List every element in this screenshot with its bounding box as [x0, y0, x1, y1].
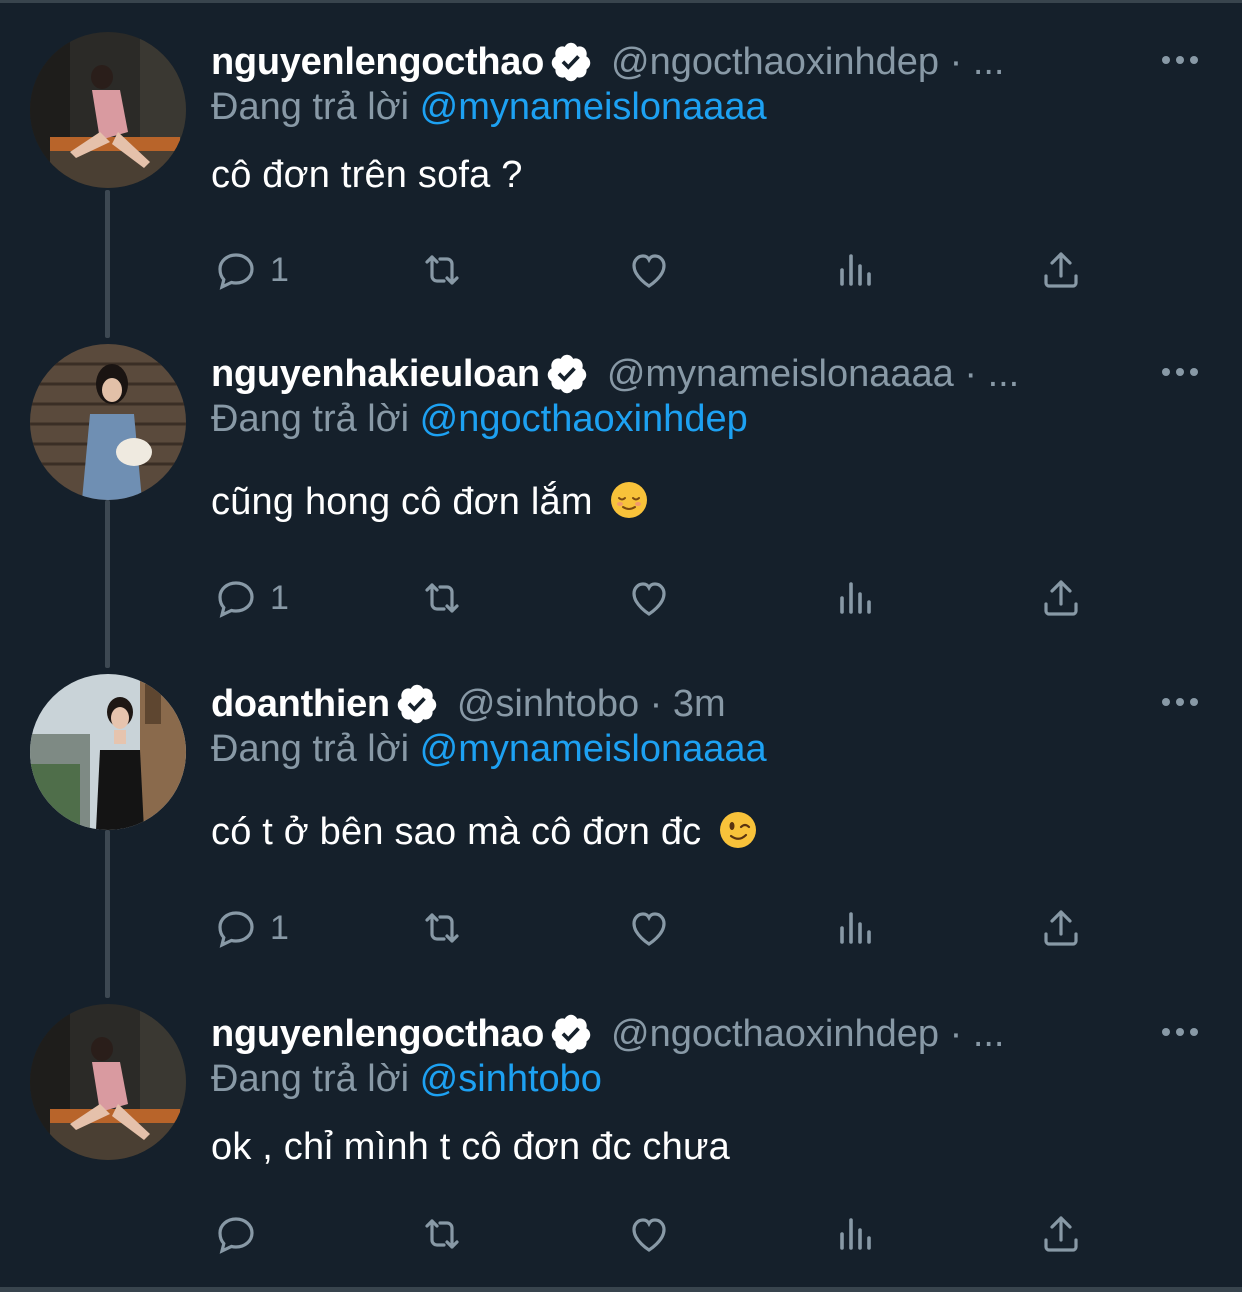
- winking-face-emoji-icon: [720, 812, 757, 848]
- tweet[interactable]: nguyenhakieuloan @mynameislonaaaa · ... …: [0, 344, 1242, 644]
- more-options-icon[interactable]: [1158, 360, 1202, 384]
- share-icon: [1044, 580, 1078, 616]
- tweet[interactable]: nguyenlengocthao @ngocthaoxinhdep · ... …: [0, 32, 1242, 332]
- more-options-icon[interactable]: [1158, 1020, 1202, 1044]
- handle[interactable]: @ngocthaoxinhdep · ...: [611, 41, 1005, 84]
- reply-count: 1: [270, 578, 289, 617]
- analytics-icon: [840, 1218, 871, 1250]
- handle[interactable]: @mynameislonaaaa · ...: [607, 353, 1019, 396]
- mention-link[interactable]: @mynameislonaaaa: [420, 728, 767, 770]
- display-name[interactable]: nguyenlengocthao: [211, 41, 544, 84]
- mention-link[interactable]: @sinhtobo: [420, 1058, 602, 1100]
- reply-button[interactable]: 1: [212, 246, 289, 294]
- replying-to: Đang trả lời @mynameislonaaaa: [211, 728, 767, 771]
- analytics-button[interactable]: [832, 904, 880, 952]
- heart-icon: [632, 582, 666, 616]
- tweet-actions: [0, 1210, 1242, 1270]
- tweet[interactable]: doanthien @sinhtobo · 3m Đang trả lời @m…: [0, 674, 1242, 974]
- tweet-text: cô đơn trên sofa ?: [211, 154, 523, 197]
- reply-icon: [218, 1217, 254, 1254]
- handle[interactable]: @ngocthaoxinhdep · ...: [611, 1013, 1005, 1056]
- reply-count: 1: [270, 250, 289, 289]
- replying-to: Đang trả lời @mynameislonaaaa: [211, 86, 767, 129]
- mention-link[interactable]: @mynameislonaaaa: [420, 86, 767, 128]
- retweet-icon: [425, 255, 459, 285]
- avatar[interactable]: [30, 1004, 186, 1160]
- tweet-actions: 1: [0, 574, 1242, 634]
- retweet-button[interactable]: [418, 246, 466, 294]
- tweet-text-content: cũng hong cô đơn lắm: [211, 481, 593, 523]
- retweet-icon: [425, 1219, 459, 1249]
- reply-button[interactable]: 1: [212, 574, 289, 622]
- heart-icon: [632, 912, 666, 946]
- heart-icon: [632, 254, 666, 288]
- reply-icon: [218, 911, 254, 948]
- analytics-icon: [840, 912, 871, 944]
- share-icon: [1044, 910, 1078, 946]
- verified-badge-icon: [551, 1014, 591, 1054]
- tweet-text: ok , chỉ mình t cô đơn đc chưa: [211, 1126, 730, 1169]
- share-button[interactable]: [1037, 574, 1085, 622]
- retweet-icon: [425, 583, 459, 613]
- relieved-face-emoji-icon: [611, 482, 648, 518]
- reply-icon: [218, 581, 254, 618]
- top-divider: [0, 0, 1242, 3]
- tweet-text-content: ok , chỉ mình t cô đơn đc chưa: [211, 1126, 730, 1168]
- tweet-actions: 1: [0, 904, 1242, 964]
- reply-count: 1: [270, 908, 289, 947]
- tweet-text-content: có t ở bên sao mà cô đơn đc: [211, 811, 702, 853]
- tweet-actions: 1: [0, 246, 1242, 306]
- replying-to-label: Đang trả lời: [211, 1058, 410, 1100]
- retweet-icon: [425, 913, 459, 943]
- share-icon: [1044, 252, 1078, 288]
- share-button[interactable]: [1037, 246, 1085, 294]
- replying-to: Đang trả lời @sinhtobo: [211, 1058, 602, 1101]
- mention-link[interactable]: @ngocthaoxinhdep: [420, 398, 748, 440]
- display-name[interactable]: nguyenlengocthao: [211, 1013, 544, 1056]
- reply-icon: [218, 253, 254, 290]
- tweet[interactable]: nguyenlengocthao @ngocthaoxinhdep · ... …: [0, 1004, 1242, 1284]
- share-icon: [1044, 1216, 1078, 1252]
- avatar[interactable]: [30, 674, 186, 830]
- display-name[interactable]: nguyenhakieuloan: [211, 353, 540, 396]
- analytics-button[interactable]: [832, 246, 880, 294]
- replying-to-label: Đang trả lời: [211, 398, 410, 440]
- retweet-button[interactable]: [418, 1210, 466, 1258]
- analytics-button[interactable]: [832, 574, 880, 622]
- bottom-divider: [0, 1287, 1242, 1292]
- analytics-icon: [840, 582, 871, 614]
- tweet-text-content: cô đơn trên sofa ?: [211, 154, 523, 196]
- replying-to: Đang trả lời @ngocthaoxinhdep: [211, 398, 748, 441]
- share-button[interactable]: [1037, 904, 1085, 952]
- heart-icon: [632, 1218, 666, 1252]
- analytics-icon: [840, 254, 871, 286]
- replying-to-label: Đang trả lời: [211, 728, 410, 770]
- like-button[interactable]: [625, 1210, 673, 1258]
- handle[interactable]: @sinhtobo · 3m: [457, 683, 726, 726]
- retweet-button[interactable]: [418, 904, 466, 952]
- replying-to-label: Đang trả lời: [211, 86, 410, 128]
- share-button[interactable]: [1037, 1210, 1085, 1258]
- tweet-text: cũng hong cô đơn lắm: [211, 480, 649, 524]
- avatar[interactable]: [30, 32, 186, 188]
- verified-badge-icon: [551, 42, 591, 82]
- like-button[interactable]: [625, 904, 673, 952]
- tweet-text: có t ở bên sao mà cô đơn đc: [211, 810, 758, 854]
- retweet-button[interactable]: [418, 574, 466, 622]
- reply-button[interactable]: 1: [212, 904, 289, 952]
- avatar[interactable]: [30, 344, 186, 500]
- verified-badge-icon: [547, 354, 587, 394]
- like-button[interactable]: [625, 574, 673, 622]
- reply-button[interactable]: [212, 1210, 270, 1258]
- like-button[interactable]: [625, 246, 673, 294]
- analytics-button[interactable]: [832, 1210, 880, 1258]
- more-options-icon[interactable]: [1158, 690, 1202, 714]
- verified-badge-icon: [397, 684, 437, 724]
- more-options-icon[interactable]: [1158, 48, 1202, 72]
- display-name[interactable]: doanthien: [211, 683, 390, 726]
